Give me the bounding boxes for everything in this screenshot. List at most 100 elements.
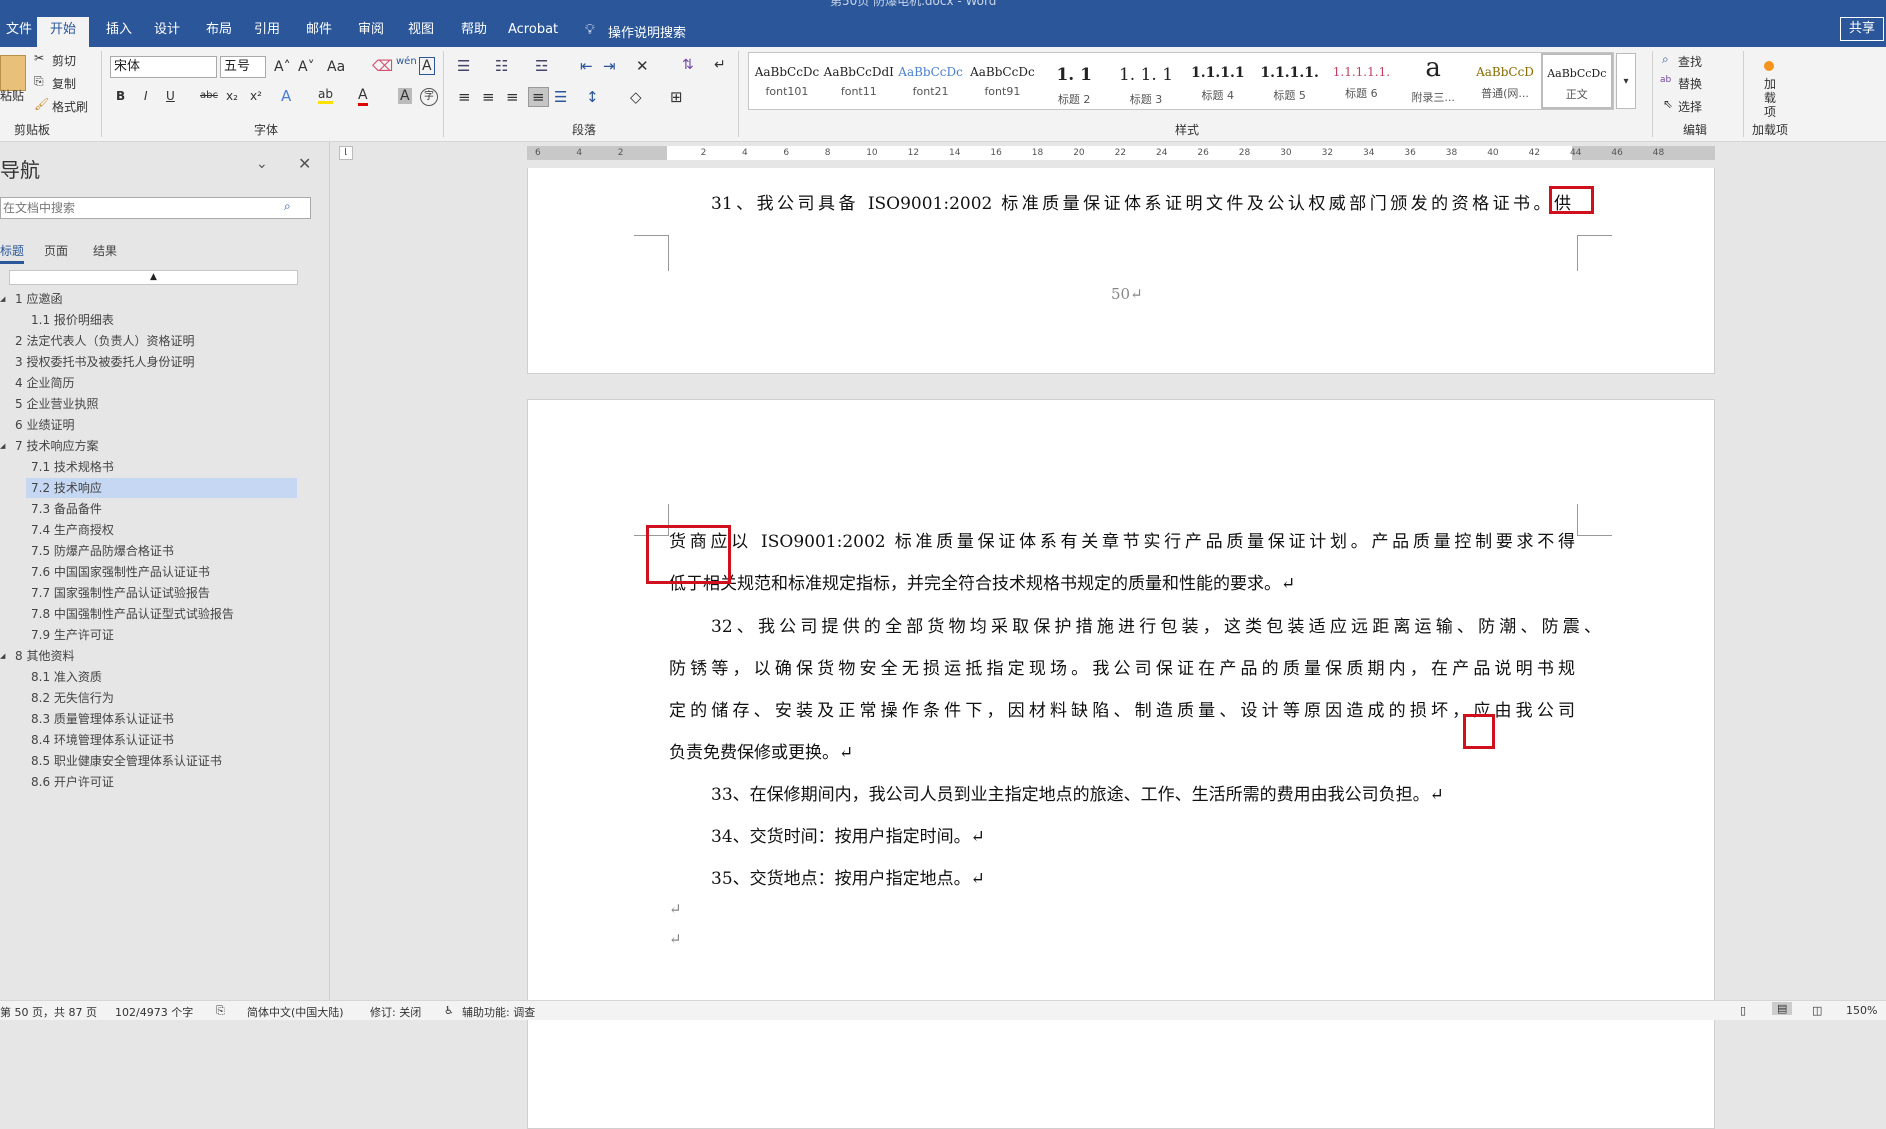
nav-heading-item[interactable]: 7.1 技术规格书 (26, 457, 114, 477)
style-item[interactable]: AaBbCcDdI font11 (823, 53, 895, 109)
style-item[interactable]: 1. 1 标题 2 (1038, 53, 1110, 109)
proofing-icon[interactable]: ⎘ (216, 1004, 225, 1018)
nav-heading-item[interactable]: 8.4 环境管理体系认证证书 (26, 730, 174, 750)
nav-heading-item[interactable]: 7.5 防爆产品防爆合格证书 (26, 541, 174, 561)
read-mode-icon[interactable]: ▯ (1740, 1004, 1746, 1017)
language[interactable]: 简体中文(中国大陆) (247, 1004, 344, 1020)
close-icon[interactable]: ✕ (298, 154, 311, 173)
nav-search-input[interactable]: 在文档中搜索 (0, 197, 311, 219)
align-center-icon[interactable]: ≡ (482, 88, 495, 106)
style-item[interactable]: 1.1.1.1.1. 标题 6 (1325, 53, 1397, 109)
chinese-layout-icon[interactable]: ✕ (636, 57, 649, 75)
paste-icon[interactable] (0, 55, 26, 91)
clear-format-icon[interactable]: ⌫ (372, 57, 393, 75)
addins-button[interactable]: 加载项 (1760, 77, 1780, 119)
page-count[interactable]: 第 50 页，共 87 页 (0, 1004, 97, 1020)
font-size-select[interactable]: 五号 (220, 56, 266, 78)
tab-1[interactable]: 开始 (37, 17, 89, 47)
style-item[interactable]: 1.1.1.1. 标题 5 (1254, 53, 1326, 109)
nav-heading-item[interactable]: 7 技术响应方案 (15, 436, 98, 456)
tab-selector[interactable]: ⌊ (339, 146, 353, 160)
phonetic-guide-button[interactable]: wén (396, 56, 417, 67)
tab-4[interactable]: 布局 (196, 17, 242, 47)
select-button[interactable]: 选择 (1678, 98, 1702, 115)
share-button[interactable]: 共享 (1839, 17, 1884, 41)
nav-heading-item[interactable]: 7.4 生产商授权 (26, 520, 114, 540)
tab-7[interactable]: 审阅 (348, 17, 394, 47)
borders-icon[interactable]: ⊞ (670, 88, 683, 106)
sort-icon[interactable]: ⇅ (682, 57, 694, 73)
style-item[interactable]: a 附录三... (1397, 53, 1469, 109)
word-count[interactable]: 102/4973 个字 (115, 1004, 193, 1020)
find-button[interactable]: 查找 (1678, 53, 1702, 70)
font-color-button[interactable]: A (358, 87, 368, 106)
numbering-icon[interactable]: ☷ (495, 57, 508, 75)
search-icon[interactable]: ⌕ (284, 199, 291, 214)
nav-tab-results[interactable]: 结果 (93, 242, 117, 259)
nav-tab-pages[interactable]: 页面 (44, 242, 68, 259)
nav-tab-headings[interactable]: 标题 (0, 242, 25, 264)
tab-8[interactable]: 视图 (398, 17, 444, 47)
bold-button[interactable]: B (116, 89, 125, 103)
format-painter-button[interactable]: 格式刷 (52, 98, 88, 115)
cut-button[interactable]: 剪切 (52, 52, 76, 69)
nav-heading-item[interactable]: 4 企业简历 (15, 373, 74, 393)
zoom-level[interactable]: 150% (1846, 1004, 1877, 1017)
horizontal-ruler[interactable]: 6 4 2 2 4 6 8 10 12 14 16 18 20 22 24 26 28 30 32 34 36 38 40 4… (527, 146, 1715, 160)
styles-more-button[interactable]: ▾ (1616, 53, 1636, 109)
collapse-triangle-icon[interactable]: ◢ (0, 289, 5, 309)
track-changes[interactable]: 修订: 关闭 (370, 1004, 421, 1020)
underline-button[interactable]: U (166, 89, 175, 103)
change-case-button[interactable]: Aa (327, 59, 345, 75)
copy-button[interactable]: 复制 (52, 75, 76, 92)
text-effects-button[interactable]: A (281, 87, 291, 105)
tab-9[interactable]: 帮助 (451, 17, 497, 47)
print-layout-icon[interactable]: ▤ (1772, 1002, 1793, 1015)
char-border-button[interactable]: A (419, 57, 435, 75)
font-name-select[interactable]: 宋体 (110, 56, 217, 78)
nav-heading-item[interactable]: 3 授权委托书及被委托人身份证明 (15, 352, 194, 372)
nav-heading-item[interactable]: 7.2 技术响应 (26, 478, 297, 498)
style-item[interactable]: 1. 1. 1 标题 3 (1110, 53, 1182, 109)
tell-me-search[interactable]: 操作说明搜索 (608, 22, 686, 41)
nav-heading-item[interactable]: 1.1 报价明细表 (26, 310, 114, 330)
nav-heading-item[interactable]: 2 法定代表人（负责人）资格证明 (15, 331, 194, 351)
increase-indent-icon[interactable]: ⇥ (603, 57, 616, 75)
tab-3[interactable]: 设计 (144, 17, 190, 47)
nav-heading-item[interactable]: 8.6 开户许可证 (26, 772, 114, 792)
nav-heading-item[interactable]: 8.2 无失信行为 (26, 688, 114, 708)
nav-heading-item[interactable]: 8.1 准入资质 (26, 667, 102, 687)
decrease-indent-icon[interactable]: ⇤ (580, 57, 593, 75)
tab-5[interactable]: 引用 (244, 17, 290, 47)
scroll-up-button[interactable]: ▲ (9, 270, 298, 285)
tab-2[interactable]: 插入 (96, 17, 142, 47)
paste-button[interactable]: 粘贴 (0, 87, 24, 104)
style-item[interactable]: AaBbCcD 普通(网... (1469, 53, 1541, 109)
shrink-font-button[interactable]: A˅ (298, 59, 315, 75)
nav-heading-item[interactable]: 7.6 中国国家强制性产品认证证书 (26, 562, 210, 582)
nav-heading-item[interactable]: 7.3 备品备件 (26, 499, 102, 519)
accessibility-status[interactable]: 辅助功能: 调查 (462, 1004, 535, 1020)
nav-heading-item[interactable]: 6 业绩证明 (15, 415, 74, 435)
nav-heading-item[interactable]: 7.7 国家强制性产品认证试验报告 (26, 583, 210, 603)
tab-6[interactable]: 邮件 (296, 17, 342, 47)
web-layout-icon[interactable]: ◫ (1812, 1004, 1822, 1017)
multilevel-list-icon[interactable]: ☲ (535, 57, 548, 75)
italic-button[interactable]: I (144, 89, 148, 103)
strikethrough-button[interactable]: abc (200, 90, 218, 101)
bullets-icon[interactable]: ☰ (457, 57, 470, 75)
nav-heading-item[interactable]: 7.9 生产许可证 (26, 625, 114, 645)
align-left-icon[interactable]: ≡ (458, 88, 471, 106)
shading-icon[interactable]: ◇ (630, 88, 642, 106)
style-item[interactable]: 1.1.1.1 标题 4 (1182, 53, 1254, 109)
distributed-icon[interactable]: ☰ (554, 88, 567, 106)
tab-10[interactable]: Acrobat (498, 17, 568, 47)
replace-button[interactable]: 替换 (1678, 75, 1702, 92)
subscript-button[interactable]: x₂ (226, 89, 238, 103)
highlight-button[interactable]: ab (318, 87, 333, 104)
nav-heading-item[interactable]: 7.8 中国强制性产品认证型式试验报告 (26, 604, 234, 624)
nav-heading-item[interactable]: 1 应邀函 (15, 289, 62, 309)
char-shading-button[interactable]: A (398, 88, 412, 104)
style-item[interactable]: AaBbCcDc font21 (895, 53, 967, 109)
superscript-button[interactable]: x² (250, 89, 262, 103)
